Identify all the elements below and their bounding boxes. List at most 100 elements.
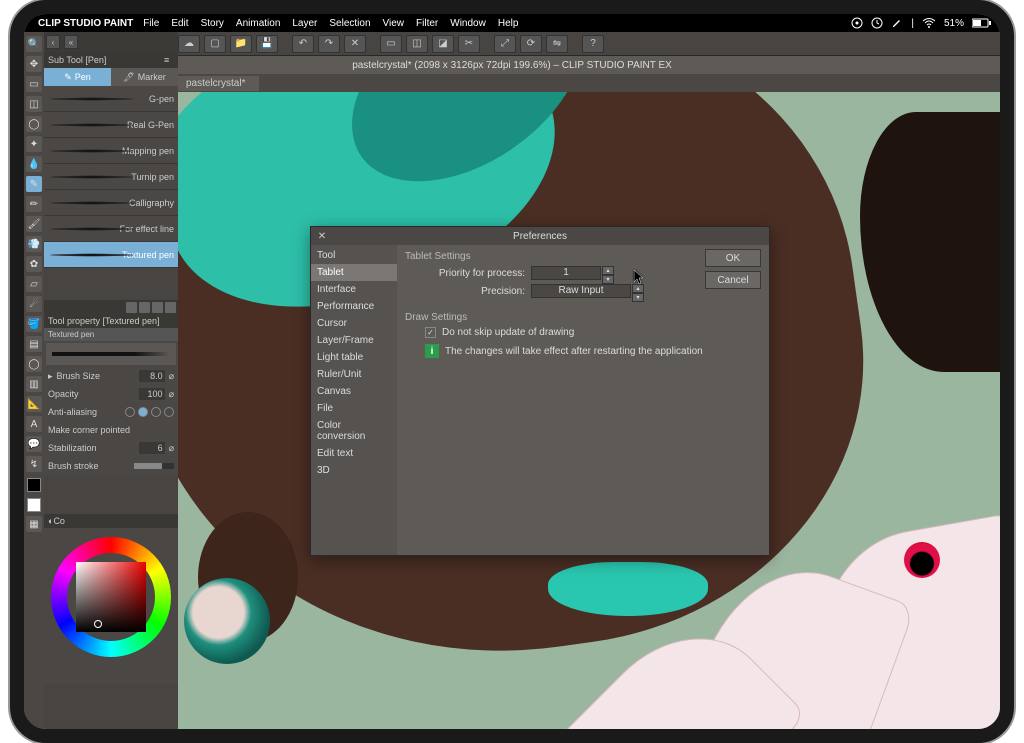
- menu-file[interactable]: File: [143, 18, 159, 29]
- brush-item[interactable]: Turnip pen: [44, 164, 178, 190]
- fill-tool-icon[interactable]: 🪣: [26, 316, 42, 332]
- eyedropper-tool-icon[interactable]: 💧: [26, 156, 42, 172]
- scale-icon[interactable]: ⤢: [494, 35, 516, 53]
- edit-icon[interactable]: [891, 17, 903, 29]
- menu-layer[interactable]: Layer: [292, 18, 317, 29]
- subtool-tab-marker[interactable]: 🖊 Marker: [111, 68, 178, 86]
- menu-view[interactable]: View: [383, 18, 405, 29]
- pref-cat-ruler[interactable]: Ruler/Unit: [311, 366, 397, 383]
- pencil-tool-icon[interactable]: ✏: [26, 196, 42, 212]
- brush-item[interactable]: For effect line: [44, 216, 178, 242]
- gradient-tool-icon[interactable]: ▤: [26, 336, 42, 352]
- save-icon[interactable]: 💾: [256, 35, 278, 53]
- opacity-value[interactable]: 100: [139, 388, 165, 400]
- priority-input[interactable]: 1 ▴▾: [531, 266, 601, 280]
- menu-edit[interactable]: Edit: [171, 18, 188, 29]
- tp-icon[interactable]: [139, 302, 150, 313]
- brush-item[interactable]: Textured pen: [44, 242, 178, 268]
- undo-icon[interactable]: ↶: [292, 35, 314, 53]
- rotate-icon[interactable]: ⟳: [520, 35, 542, 53]
- spinner[interactable]: ▴▾: [632, 284, 644, 300]
- aa-option[interactable]: [151, 407, 161, 417]
- pref-cat-text[interactable]: Edit text: [311, 445, 397, 462]
- collapse-icon[interactable]: «: [64, 35, 78, 49]
- brush-item[interactable]: Mapping pen: [44, 138, 178, 164]
- quick-access-icon[interactable]: [904, 542, 940, 578]
- brush-item[interactable]: Real G-Pen: [44, 112, 178, 138]
- link-icon[interactable]: ⌀: [169, 389, 174, 400]
- link-icon[interactable]: ⌀: [169, 371, 174, 382]
- help-icon[interactable]: ?: [582, 35, 604, 53]
- brush-item[interactable]: Calligraphy: [44, 190, 178, 216]
- background-swatch[interactable]: [27, 498, 41, 512]
- color-wheel[interactable]: [46, 532, 176, 662]
- arrow-icon[interactable]: ▸: [48, 371, 53, 382]
- pref-cat-performance[interactable]: Performance: [311, 298, 397, 315]
- text-tool-icon[interactable]: A: [26, 416, 42, 432]
- cloud-icon[interactable]: ☁: [178, 35, 200, 53]
- document-tab[interactable]: pastelcrystal*: [178, 76, 259, 91]
- balloon-tool-icon[interactable]: 💬: [26, 436, 42, 452]
- ruler-tool-icon[interactable]: 📐: [26, 396, 42, 412]
- stabilization-value[interactable]: 6: [139, 442, 165, 454]
- select-icon[interactable]: ▭: [380, 35, 402, 53]
- pref-cat-color[interactable]: Color conversion: [311, 417, 397, 445]
- skip-update-checkbox[interactable]: ✓: [425, 327, 436, 338]
- link-icon[interactable]: ⌀: [169, 443, 174, 454]
- frame-tool-icon[interactable]: ▥: [26, 376, 42, 392]
- aa-option[interactable]: [164, 407, 174, 417]
- brush-size-value[interactable]: 8.0: [139, 370, 165, 382]
- subtool-tab-pen[interactable]: ✎ Pen: [44, 68, 111, 86]
- new-icon[interactable]: ▢: [204, 35, 226, 53]
- airbrush-tool-icon[interactable]: 💨: [26, 236, 42, 252]
- collapse-icon[interactable]: ‹: [46, 35, 60, 49]
- foreground-swatch[interactable]: [27, 478, 41, 492]
- pen-tool-icon[interactable]: ✎: [26, 176, 42, 192]
- pref-cat-file[interactable]: File: [311, 400, 397, 417]
- tp-icon[interactable]: [126, 302, 137, 313]
- sv-box[interactable]: [76, 562, 146, 632]
- menu-story[interactable]: Story: [201, 18, 224, 29]
- open-icon[interactable]: 📁: [230, 35, 252, 53]
- brush-tool-icon[interactable]: 🖌: [26, 216, 42, 232]
- redo-icon[interactable]: ↷: [318, 35, 340, 53]
- menu-selection[interactable]: Selection: [329, 18, 370, 29]
- brush-stroke-slider[interactable]: [134, 463, 174, 469]
- pref-cat-interface[interactable]: Interface: [311, 281, 397, 298]
- marquee-tool-icon[interactable]: ◫: [26, 96, 42, 112]
- pref-cat-tablet[interactable]: Tablet: [311, 264, 397, 281]
- ok-button[interactable]: OK: [705, 249, 761, 267]
- lasso-tool-icon[interactable]: ◯: [26, 116, 42, 132]
- decoration-tool-icon[interactable]: ✿: [26, 256, 42, 272]
- aa-option[interactable]: [138, 407, 148, 417]
- wifi-icon[interactable]: [922, 18, 936, 28]
- correct-tool-icon[interactable]: ↯: [26, 456, 42, 472]
- close-icon[interactable]: ✕: [315, 229, 329, 243]
- pref-cat-tool[interactable]: Tool: [311, 247, 397, 264]
- menu-help[interactable]: Help: [498, 18, 519, 29]
- menu-filter[interactable]: Filter: [416, 18, 438, 29]
- pref-cat-layer[interactable]: Layer/Frame: [311, 332, 397, 349]
- brush-item[interactable]: G-pen: [44, 86, 178, 112]
- history-icon[interactable]: [871, 17, 883, 29]
- menu-icon[interactable]: ≡: [164, 55, 174, 65]
- operation-tool-icon[interactable]: ▭: [26, 76, 42, 92]
- app-name[interactable]: CLIP STUDIO PAINT: [38, 18, 133, 29]
- move-tool-icon[interactable]: ✥: [26, 56, 42, 72]
- blend-tool-icon[interactable]: ☄: [26, 296, 42, 312]
- spinner[interactable]: ▴▾: [602, 266, 614, 282]
- pref-cat-cursor[interactable]: Cursor: [311, 315, 397, 332]
- deselect-icon[interactable]: ◫: [406, 35, 428, 53]
- pref-cat-lighttable[interactable]: Light table: [311, 349, 397, 366]
- transparent-swatch[interactable]: ▦: [26, 516, 42, 532]
- pref-cat-canvas[interactable]: Canvas: [311, 383, 397, 400]
- menu-animation[interactable]: Animation: [236, 18, 280, 29]
- menu-window[interactable]: Window: [450, 18, 486, 29]
- pref-cat-3d[interactable]: 3D: [311, 462, 397, 479]
- cancel-button[interactable]: Cancel: [705, 271, 761, 289]
- invert-icon[interactable]: ◪: [432, 35, 454, 53]
- clear-icon[interactable]: ✕: [344, 35, 366, 53]
- sync-icon[interactable]: [851, 17, 863, 29]
- tp-icon[interactable]: [165, 302, 176, 313]
- wand-tool-icon[interactable]: ✦: [26, 136, 42, 152]
